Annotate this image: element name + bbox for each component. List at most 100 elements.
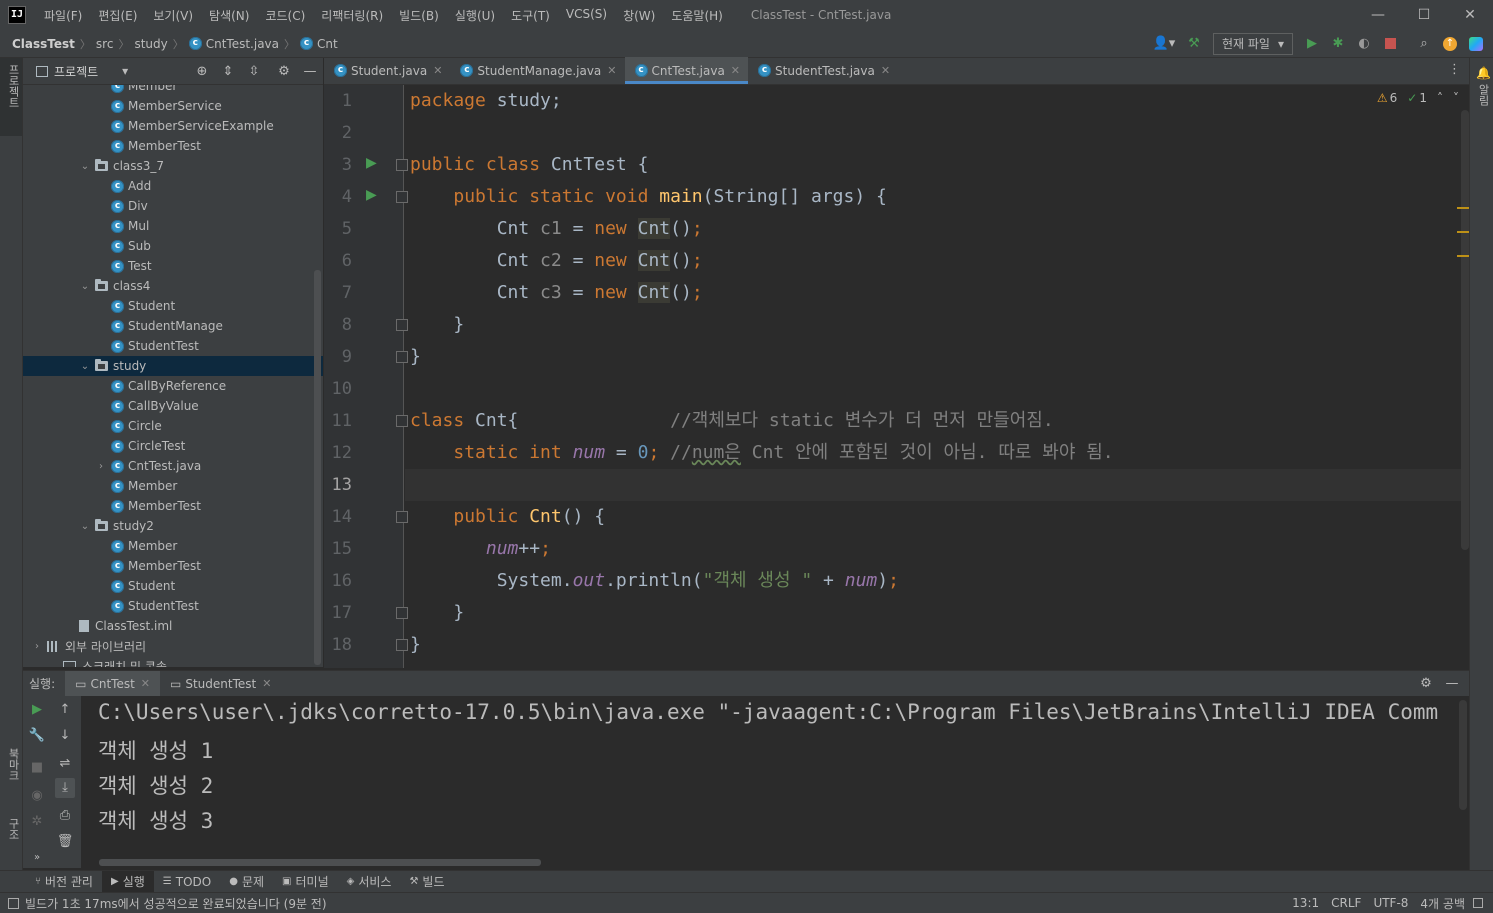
file-encoding[interactable]: UTF-8 [1367, 896, 1414, 910]
coverage-icon[interactable]: ◐ [1353, 33, 1375, 55]
tree-item[interactable]: c Circle [23, 416, 323, 436]
close-window-icon[interactable]: ✕ [1447, 0, 1493, 30]
stop-icon[interactable] [1379, 33, 1401, 55]
run-gutter-icon[interactable]: ▶ [366, 187, 377, 203]
gear-icon[interactable]: ⚙ [273, 60, 295, 82]
close-tab-icon[interactable]: ✕ [731, 64, 740, 77]
console-output[interactable]: C:\Users\user\.jdks\corretto-17.0.5\bin\… [81, 696, 1469, 868]
project-stripe-button[interactable]: 프로젝트 [0, 58, 22, 136]
bottom-tool-button[interactable]: ◈ 서비스 [338, 871, 401, 893]
fold-marker-icon[interactable] [396, 351, 408, 363]
chevron-down-icon[interactable]: ˅ [1453, 91, 1459, 105]
fold-marker-icon[interactable] [396, 639, 408, 651]
tree-item[interactable]: c MemberService [23, 96, 323, 116]
breadcrumb-study[interactable]: study [134, 37, 167, 51]
run-tab[interactable]: ▭ CntTest ✕ [65, 670, 161, 697]
indent-setting[interactable]: 4개 공백 [1414, 895, 1471, 912]
chevron-right-icon[interactable]: › [31, 641, 43, 652]
collapse-all-icon[interactable]: ⇳ [243, 60, 265, 82]
tree-item[interactable]: ⌄ study2 [23, 516, 323, 536]
run-icon[interactable]: ▶ [1301, 33, 1323, 55]
bottom-tool-button[interactable]: ▶ 실행 [101, 870, 154, 893]
line-separator[interactable]: CRLF [1325, 896, 1367, 910]
bottom-tool-button[interactable]: ⑂ 버전 관리 [26, 871, 102, 893]
toolbox-icon[interactable] [1465, 33, 1487, 55]
expand-all-icon[interactable]: ⇕ [217, 60, 239, 82]
tree-item[interactable]: c Member [23, 536, 323, 556]
scroll-to-end-icon[interactable]: ⤓ [55, 778, 75, 798]
tree-item[interactable]: c StudentManage [23, 316, 323, 336]
tree-item[interactable]: c MemberServiceExample [23, 116, 323, 136]
tree-item[interactable]: c Member [23, 476, 323, 496]
editor-tab[interactable]: c StudentManage.java ✕ [450, 57, 624, 84]
structure-stripe-button[interactable]: 구조 [2, 818, 21, 840]
menu-item[interactable]: 도구(T) [503, 7, 558, 24]
tree-item[interactable]: c MemberTest [23, 556, 323, 576]
menu-item[interactable]: 창(W) [615, 7, 663, 24]
bottom-tool-button[interactable]: ☰ TODO [154, 871, 220, 893]
camera-icon[interactable]: ◉ [27, 786, 47, 806]
menu-item[interactable]: 도움말(H) [663, 7, 731, 24]
tree-item[interactable]: c Student [23, 296, 323, 316]
user-icon[interactable]: 👤▾ [1149, 33, 1179, 55]
tree-item[interactable]: c Test [23, 256, 323, 276]
breadcrumb-class[interactable]: c Cnt [300, 37, 338, 51]
code-editor[interactable]: 1 2 3 ▶ 4 ▶ 5 6 7 8 9 10 11 12 13 14 15 16 17 18 package st… [324, 85, 1469, 668]
close-tab-icon[interactable]: ✕ [433, 64, 442, 77]
chevron-right-icon[interactable]: › [95, 461, 107, 472]
menu-item[interactable]: 파일(F) [36, 7, 90, 24]
menu-item[interactable]: VCS(S) [558, 7, 615, 24]
tree-item[interactable]: c Student [23, 576, 323, 596]
chevron-down-icon[interactable]: ▾ [122, 64, 128, 78]
close-tab-icon[interactable]: ✕ [141, 677, 150, 690]
tree-item[interactable]: ⌄ class4 [23, 276, 323, 296]
chevron-down-icon[interactable]: ⌄ [79, 361, 91, 372]
console-vertical-scrollbar[interactable] [1459, 700, 1467, 810]
menu-item[interactable]: 보기(V) [145, 7, 201, 24]
more-icon[interactable]: » [27, 848, 47, 868]
project-panel-title[interactable]: 프로젝트 [54, 63, 98, 80]
update-icon[interactable]: ↑ [1439, 33, 1461, 55]
tree-item[interactable]: c StudentTest [23, 336, 323, 356]
soft-wrap-icon[interactable]: ⇌ [55, 754, 75, 774]
tree-item[interactable]: c Sub [23, 236, 323, 256]
menu-item[interactable]: 편집(E) [90, 7, 145, 24]
layout-icon[interactable] [8, 897, 19, 909]
print-icon[interactable]: ⎙ [55, 806, 75, 826]
fold-marker-icon[interactable] [396, 511, 408, 523]
caret-position[interactable]: 13:1 [1286, 896, 1325, 910]
warning-marker[interactable] [1457, 207, 1469, 209]
tree-item[interactable]: › 외부 라이브러리 [23, 636, 323, 656]
tree-item[interactable]: c Member [23, 85, 323, 96]
bottom-tool-button[interactable]: ● 문제 [220, 871, 273, 893]
run-tab[interactable]: ▭ StudentTest ✕ [160, 671, 281, 697]
fold-marker-icon[interactable] [396, 319, 408, 331]
menu-item[interactable]: 탐색(N) [201, 7, 257, 24]
bookmarks-stripe-button[interactable]: 북마크 [2, 748, 21, 781]
editor-tab[interactable]: c StudentTest.java ✕ [748, 57, 898, 84]
locate-icon[interactable]: ⊕ [191, 60, 213, 82]
stop-icon[interactable]: ■ [27, 758, 47, 778]
tree-item[interactable]: c CallByReference [23, 376, 323, 396]
rerun-icon[interactable]: ▶ [27, 700, 47, 720]
fold-marker-icon[interactable] [396, 415, 408, 427]
warning-marker[interactable] [1457, 255, 1469, 257]
wrench-icon[interactable]: 🔧 [27, 726, 47, 746]
chevron-down-icon[interactable]: ⌄ [79, 281, 91, 292]
tree-item[interactable]: ⌄ study [23, 356, 323, 376]
editor-scrollbar[interactable] [1461, 110, 1469, 550]
arrow-up-icon[interactable]: ↑ [55, 700, 75, 720]
tree-item[interactable]: c Add [23, 176, 323, 196]
tree-item[interactable]: 스크래치 및 콘솔 [23, 656, 323, 667]
hide-icon[interactable]: — [1441, 673, 1463, 695]
lock-icon[interactable] [1473, 898, 1483, 908]
breadcrumb-file[interactable]: c CntTest.java [188, 37, 279, 51]
menu-item[interactable]: 코드(C) [257, 7, 313, 24]
chevron-down-icon[interactable]: ⌄ [79, 521, 91, 532]
chevron-up-icon[interactable]: ˄ [1437, 91, 1443, 105]
menu-item[interactable]: 리팩터링(R) [313, 7, 391, 24]
run-configuration-select[interactable]: 현재 파일 ▾ [1212, 32, 1293, 55]
tree-item[interactable]: › c CntTest.java [23, 456, 323, 476]
editor-tab[interactable]: c CntTest.java ✕ [624, 57, 749, 84]
minimize-icon[interactable]: — [1355, 0, 1401, 30]
